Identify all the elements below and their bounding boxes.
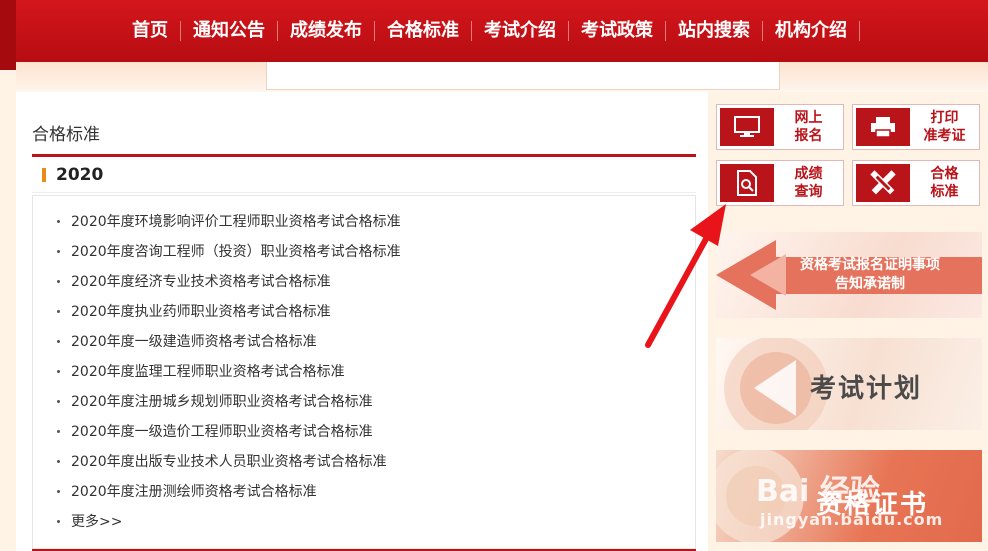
list-item[interactable]: 2020年度注册城乡规划师职业资格考试合格标准	[33, 386, 695, 416]
nav-item-notices[interactable]: 通知公告	[181, 0, 277, 62]
pencil-ruler-icon	[856, 164, 910, 202]
pass-standards-label: 合格 标准	[930, 166, 959, 200]
list-item-link[interactable]: 2020年度注册城乡规划师职业资格考试合格标准	[71, 391, 373, 411]
list-item[interactable]: 2020年度出版专业技术人员职业资格考试合格标准	[33, 446, 695, 476]
header-accent-bar	[42, 167, 46, 182]
panel-header: 2020	[32, 157, 696, 193]
list-item[interactable]: 2020年度经济专业技术资格考试合格标准	[33, 266, 695, 296]
list-item-link[interactable]: 2020年度环境影响评价工程师职业资格考试合格标准	[71, 211, 401, 231]
print-admission-button[interactable]: 打印 准考证	[852, 104, 980, 150]
pass-standards-button[interactable]: 合格 标准	[852, 160, 980, 206]
printer-icon	[856, 108, 910, 146]
nav-item-exam-intro[interactable]: 考试介绍	[472, 0, 568, 62]
bullet-icon	[57, 279, 60, 283]
list-item-link[interactable]: 2020年度经济专业技术资格考试合格标准	[71, 271, 331, 291]
nav-item-about[interactable]: 机构介绍	[763, 0, 859, 62]
banner-line-2: 告知承诺制	[835, 276, 905, 292]
list-item-link[interactable]: 2020年度注册测绘师资格考试合格标准	[71, 481, 317, 501]
bullet-icon	[57, 219, 60, 223]
page-title: 合格标准	[32, 125, 100, 145]
bullet-icon	[57, 249, 60, 253]
banner-line-1: 资格考试报名证明事项	[800, 257, 940, 273]
year-heading: 2020	[56, 164, 104, 185]
banner-text: 资格考试报名证明事项 告知承诺制	[800, 256, 940, 294]
list-item[interactable]: 2020年度咨询工程师（投资）职业资格考试合格标准	[33, 236, 695, 266]
print-admission-label: 打印 准考证	[923, 110, 966, 144]
list-item[interactable]: 2020年度一级建造师资格考试合格标准	[33, 326, 695, 356]
nav-menu: 首页 通知公告 成绩发布 合格标准 考试介绍 考试政策 站内搜索 机构介绍	[120, 0, 860, 62]
exam-plan-banner[interactable]: 考试计划	[716, 338, 982, 430]
list-item[interactable]: 2020年度监理工程师职业资格考试合格标准	[33, 356, 695, 386]
list-item-link[interactable]: 2020年度执业药师职业资格考试合格标准	[71, 301, 331, 321]
commitment-system-banner[interactable]: 资格考试报名证明事项 告知承诺制	[716, 232, 982, 318]
monitor-icon	[720, 108, 774, 146]
standards-panel: 2020 2020年度环境影响评价工程师职业资格考试合格标准 2020年度咨询工…	[32, 154, 696, 551]
nav-item-policy[interactable]: 考试政策	[569, 0, 665, 62]
banner-title: 考试计划	[810, 374, 923, 404]
online-registration-button[interactable]: 网上 报名	[716, 104, 844, 150]
nav-item-search[interactable]: 站内搜索	[666, 0, 762, 62]
bullet-icon	[57, 309, 60, 313]
nav-edge-decoration	[0, 0, 16, 70]
standards-list: 2020年度环境影响评价工程师职业资格考试合格标准 2020年度咨询工程师（投资…	[32, 195, 696, 549]
score-query-button[interactable]: 成绩 查询	[716, 160, 844, 206]
score-query-label: 成绩 查询	[794, 166, 823, 200]
list-item[interactable]: 2020年度注册测绘师资格考试合格标准	[33, 476, 695, 506]
bullet-icon	[57, 369, 60, 373]
nav-item-standards[interactable]: 合格标准	[375, 0, 471, 62]
nav-item-home[interactable]: 首页	[120, 0, 180, 62]
bullet-icon	[57, 459, 60, 463]
header-strip	[16, 62, 988, 92]
bullet-icon	[57, 339, 60, 343]
bullet-icon	[57, 519, 60, 523]
more-link-label[interactable]: 更多>>	[71, 511, 122, 531]
bullet-icon	[57, 489, 60, 493]
online-registration-label: 网上 报名	[794, 110, 823, 144]
nav-item-results[interactable]: 成绩发布	[278, 0, 374, 62]
bullet-icon	[57, 399, 60, 403]
list-item-link[interactable]: 2020年度一级建造师资格考试合格标准	[71, 331, 317, 351]
header-notch	[266, 62, 780, 90]
list-item-link[interactable]: 2020年度一级造价工程师职业资格考试合格标准	[71, 421, 373, 441]
list-item-link[interactable]: 2020年度监理工程师职业资格考试合格标准	[71, 361, 345, 381]
list-item-link[interactable]: 2020年度咨询工程师（投资）职业资格考试合格标准	[71, 241, 401, 261]
nav-divider	[859, 21, 860, 41]
document-search-icon	[720, 164, 774, 202]
list-item[interactable]: 2020年度一级造价工程师职业资格考试合格标准	[33, 416, 695, 446]
list-item[interactable]: 2020年度环境影响评价工程师职业资格考试合格标准	[33, 206, 695, 236]
baidu-watermark-logo: Bai 经验	[756, 474, 880, 509]
top-nav-bar: 首页 通知公告 成绩发布 合格标准 考试介绍 考试政策 站内搜索 机构介绍	[0, 0, 988, 70]
list-item[interactable]: 2020年度执业药师职业资格考试合格标准	[33, 296, 695, 326]
bullet-icon	[57, 429, 60, 433]
main-content: 合格标准 2020 2020年度环境影响评价工程师职业资格考试合格标准 2020…	[16, 92, 708, 551]
baidu-watermark-url: jingyan.baidu.com	[760, 510, 944, 529]
list-item-link[interactable]: 2020年度出版专业技术人员职业资格考试合格标准	[71, 451, 387, 471]
more-link[interactable]: 更多>>	[33, 506, 695, 536]
